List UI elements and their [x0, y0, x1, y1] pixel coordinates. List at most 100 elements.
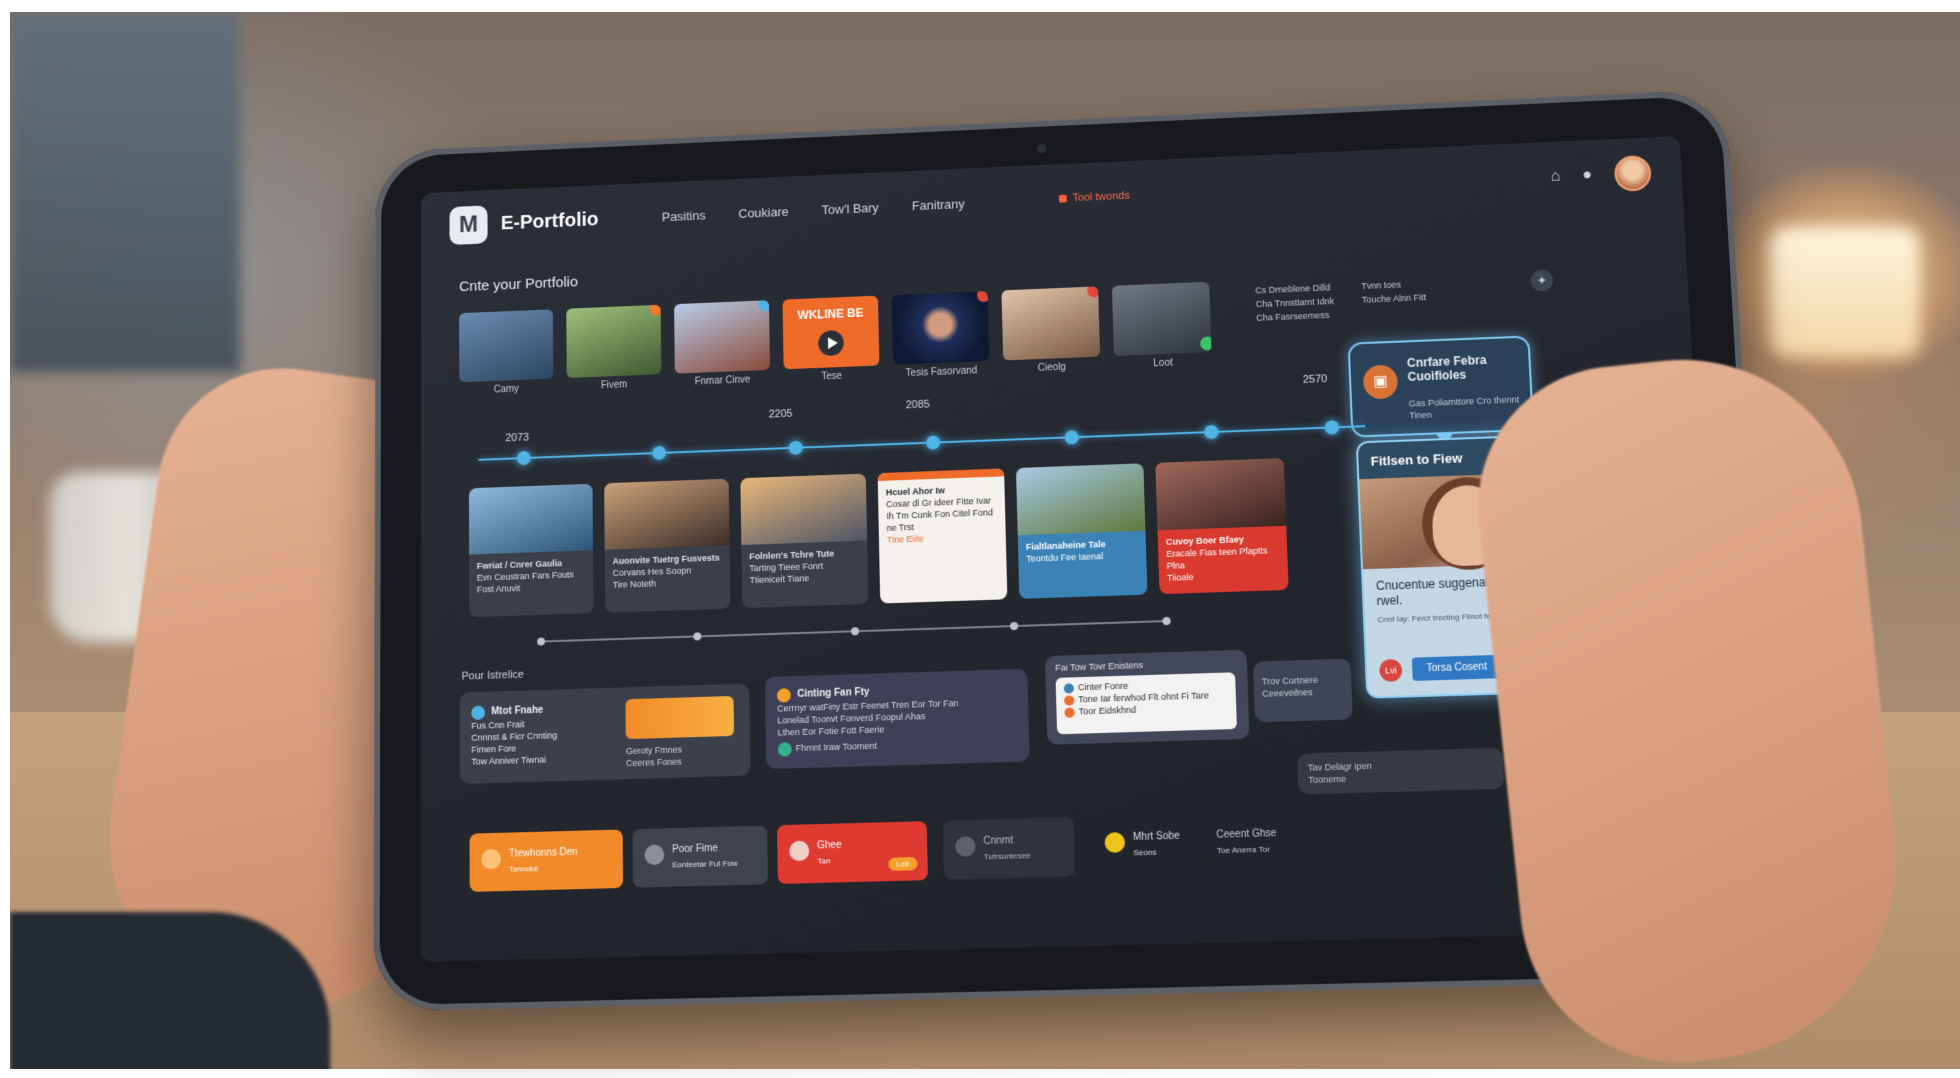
- settings-icon: [955, 836, 976, 857]
- portfolio-card[interactable]: Fialtlanaheine Tale Teontdu Fee Iaenal: [1015, 463, 1148, 599]
- timeline-node[interactable]: [517, 451, 531, 466]
- bottom-tile[interactable]: Ceeent Ghse Toe Anerra Tor: [1207, 810, 1322, 873]
- timeline-year: 2570: [1302, 373, 1328, 386]
- timeline-node[interactable]: [1324, 420, 1340, 435]
- bottom-tile[interactable]: Ghee Tan Lelr: [776, 821, 928, 884]
- widget-card[interactable]: Fai Tow Tovr Enistens Cinter Fonre Tone …: [1044, 649, 1250, 745]
- nav-item-4[interactable]: Fanitrany: [912, 196, 965, 213]
- thumbnail[interactable]: Camy: [459, 309, 554, 396]
- widget-card[interactable]: Tav Delagr ipen Tooneme: [1297, 747, 1505, 795]
- tile-label: Mhrt Sobe: [1132, 830, 1180, 844]
- badge-icon: [1200, 336, 1212, 351]
- nav-item-2[interactable]: Coukiare: [738, 204, 788, 221]
- timeline-node[interactable]: [652, 445, 667, 461]
- thumbnail-video[interactable]: WKLINE BE Tese: [782, 295, 880, 384]
- thumbnail-caption: Cieolg: [1037, 361, 1067, 374]
- timeline-year: 2205: [768, 407, 793, 421]
- tile-pill[interactable]: Lelr: [888, 856, 918, 871]
- badge-icon: [758, 300, 771, 312]
- widget-thumbnail: [625, 695, 735, 740]
- pin-icon[interactable]: ✦: [1530, 269, 1554, 292]
- thumbnail-caption: Loot: [1153, 357, 1173, 370]
- card-image: [740, 473, 868, 545]
- card-footer: Tiioale: [1166, 572, 1194, 583]
- bottom-tile[interactable]: Ttewhonns Den Tannoke: [469, 829, 624, 892]
- portfolio-card[interactable]: Folnlen's Tchre Tute Tarting Tieee Fonrt…: [740, 473, 869, 609]
- thumbnail[interactable]: Tesis Fasorvand: [891, 291, 990, 379]
- nav-alert[interactable]: Tool twonds: [1058, 189, 1130, 205]
- background-monitor: [10, 12, 240, 372]
- timeline-node[interactable]: [1009, 621, 1019, 631]
- play-icon[interactable]: [818, 329, 844, 357]
- check-icon: [777, 742, 792, 757]
- thumbnail-image: WKLINE BE: [782, 295, 880, 370]
- tile-label: Cnnmt: [983, 835, 1014, 848]
- thumbnail-caption: Fivem: [600, 379, 628, 392]
- portfolio-card[interactable]: Cuvoy Boer Bfaey Eracale Fias teen Pfapt…: [1155, 458, 1289, 595]
- tile-label: Poor Fime: [672, 843, 718, 856]
- alert-icon: [1058, 194, 1067, 203]
- widget-line: Cinter Fonre: [1077, 680, 1129, 693]
- play-icon: [1063, 682, 1075, 694]
- widget-inner-list: Cinter Fonre Tone Iar ferwhod Flt ohnt F…: [1055, 672, 1238, 735]
- widget-line: Ceeeveilnes: [1261, 687, 1313, 699]
- widget-card[interactable]: Mtot Fnahe Fus Cnn Frait Cnnnst & Ficr C…: [459, 683, 751, 784]
- portfolio-card[interactable]: Fwriat / Cnrer Gaulia Evn Ceustran Fars …: [468, 483, 594, 618]
- thumbnail[interactable]: Cieolg: [1001, 286, 1101, 375]
- card-footer: Fost Anuvit: [476, 583, 521, 595]
- bottom-tile[interactable]: Poor Fime Eonteetar Fut Fow: [632, 825, 768, 888]
- timeline-node[interactable]: [537, 637, 545, 646]
- primary-action-button[interactable]: Torsa Cosent: [1411, 654, 1502, 681]
- portfolio-card[interactable]: Auonvite Tuetrg Fusvests Corvans Hes Soo…: [604, 478, 731, 613]
- home-icon[interactable]: ⌂: [1550, 168, 1561, 186]
- tile-sub: Tutrsuntesee: [983, 850, 1031, 862]
- widget-card[interactable]: Trov Cortnere Ceeeveilnes: [1252, 658, 1353, 723]
- timeline-node[interactable]: [1204, 424, 1219, 440]
- thumbnail-image: [459, 309, 554, 383]
- thumbnail-caption: Fnmar Cinve: [694, 374, 751, 388]
- widget-title: Cinting Fan Fty: [797, 687, 870, 701]
- app-logo-icon[interactable]: M: [449, 205, 488, 246]
- widget-card[interactable]: Cinting Fan Fty Cerrnyr watFiny Estr Fee…: [764, 668, 1030, 770]
- record-button[interactable]: Lvi: [1379, 658, 1403, 682]
- edit-icon: [1064, 695, 1075, 706]
- widget-footer: Fhmnt Iraw Tooment: [795, 741, 878, 754]
- card-image: [604, 478, 730, 550]
- nav-alert-label: Tool twonds: [1072, 189, 1130, 205]
- tile-sub: Eonteetar Fut Fow: [672, 858, 738, 870]
- lock-icon: ▣: [1362, 364, 1399, 400]
- widget-line: Toor Eidskhnd: [1078, 704, 1137, 717]
- timeline-node[interactable]: [850, 627, 860, 636]
- thumbnail-caption: Tese: [821, 370, 843, 383]
- thumbnail-image: [1001, 286, 1101, 361]
- timeline-node[interactable]: [1064, 430, 1079, 445]
- widget-title: Mtot Fnahe: [491, 705, 544, 718]
- smile-icon: [1104, 832, 1126, 854]
- tile-label: Ttewhonns Den: [508, 846, 578, 860]
- bottom-tile[interactable]: Mhrt Sobe Seons: [1092, 814, 1191, 876]
- user-icon: [789, 840, 810, 862]
- tile-label: Ceeent Ghse: [1216, 827, 1277, 841]
- thumbnail[interactable]: Fnmar Cinve: [674, 300, 771, 388]
- nav-item-3[interactable]: Tow'l Bary: [821, 200, 878, 217]
- tile-sub: Tannoke: [508, 863, 539, 874]
- bottom-tile[interactable]: Cnnmt Tutrsuntesee: [942, 817, 1076, 880]
- section-title: Cnte your Portfolio: [459, 273, 578, 296]
- timeline-node[interactable]: [1162, 616, 1171, 626]
- side-notes: Cs Drneblene Dilld Cha Tnnsttamt Idnk Ch…: [1255, 280, 1347, 325]
- timeline-track: [478, 420, 1366, 466]
- widget-line: Tow Anniver Tiwnai: [471, 754, 547, 767]
- thumbnail[interactable]: Fivem: [566, 304, 662, 393]
- timeline-node[interactable]: [693, 632, 702, 641]
- card-image: [1015, 463, 1146, 536]
- widget-line: Tooneme: [1308, 773, 1347, 786]
- nav-item-1[interactable]: Pasitins: [662, 207, 706, 223]
- portfolio-card-note[interactable]: Hcuel Ahor Iw Cosar dl Gr ideer Fitte Iv…: [877, 468, 1008, 604]
- card-footer: Tine Eiite: [886, 533, 924, 545]
- user-icon[interactable]: ●: [1582, 166, 1593, 184]
- thumbnail[interactable]: Loot: [1111, 281, 1212, 371]
- timeline-node[interactable]: [926, 435, 941, 450]
- callout-subtitle: Gas Poliamttore Cro thennt Tinen: [1408, 394, 1520, 421]
- avatar[interactable]: [1613, 154, 1652, 192]
- timeline-node[interactable]: [788, 440, 803, 455]
